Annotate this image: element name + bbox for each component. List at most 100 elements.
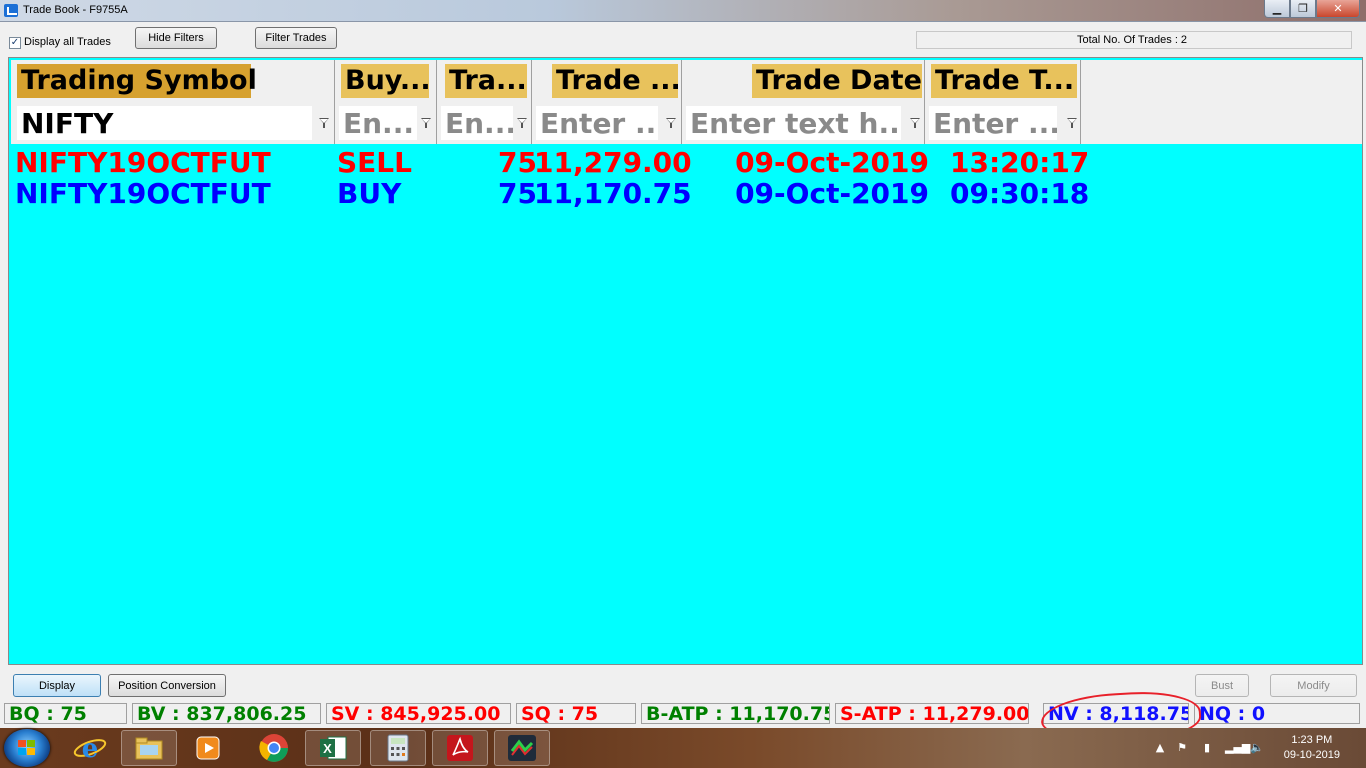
display-button[interactable]: Display xyxy=(13,674,101,697)
bust-button[interactable]: Bust xyxy=(1195,674,1249,697)
status-bq: BQ : 75 xyxy=(4,703,127,724)
svg-text:e: e xyxy=(82,734,99,763)
filter-funnel-icon[interactable] xyxy=(666,118,677,129)
title-bar: Trade Book - F9755A ▁ ❐ ✕ xyxy=(0,0,1366,22)
cell-trade-date: 09-Oct-2019 xyxy=(735,177,929,210)
filter-funnel-icon[interactable] xyxy=(1067,118,1078,129)
filter-funnel-icon[interactable] xyxy=(421,118,432,129)
taskbar-trading-app[interactable] xyxy=(494,730,550,766)
cell-trade-qty: 75 xyxy=(498,177,537,210)
column-header-label: Buy... xyxy=(341,64,431,98)
system-tray: ▲ ⚑ ▮ ▂▄▆ 🔈 1:23 PM 09-10-2019 xyxy=(1150,728,1366,768)
filter-funnel-icon[interactable] xyxy=(517,118,528,129)
taskbar-acrobat-reader[interactable] xyxy=(432,730,488,766)
column-header-label: Trading Symbol xyxy=(17,64,257,98)
clock-time: 1:23 PM xyxy=(1291,734,1333,746)
status-nq: NQ : 0 xyxy=(1194,703,1360,724)
cell-trading-symbol: NIFTY19OCTFUT xyxy=(15,177,271,210)
modify-button[interactable]: Modify xyxy=(1270,674,1357,697)
status-sv: SV : 845,925.00 xyxy=(326,703,511,724)
media-player-icon xyxy=(196,736,220,760)
chrome-icon xyxy=(259,734,288,762)
filter-input-trade-time[interactable]: Enter ... xyxy=(929,106,1057,140)
app-icon xyxy=(4,4,18,17)
volume-icon[interactable]: 🔈 xyxy=(1250,741,1264,755)
total-trades-panel: Total No. Of Trades : 2 xyxy=(916,31,1352,49)
filter-input-trading-symbol[interactable]: NIFTY xyxy=(17,106,312,140)
filter-cell-trading-symbol: NIFTY xyxy=(11,102,335,144)
filter-cell-trade-qty: En... xyxy=(437,102,532,144)
svg-text:X: X xyxy=(323,741,332,756)
cell-trade-date: 09-Oct-2019 xyxy=(735,146,929,179)
filter-input-buy-sell[interactable]: En... xyxy=(339,106,417,140)
column-header-label: Tra... xyxy=(445,64,527,98)
taskbar-clock[interactable]: 1:23 PM 09-10-2019 xyxy=(1284,733,1340,763)
cell-trading-symbol: NIFTY19OCTFUT xyxy=(15,146,271,179)
acrobat-reader-icon xyxy=(447,735,473,761)
start-button[interactable] xyxy=(4,729,50,767)
cell-trade-qty: 75 xyxy=(498,146,537,179)
filter-cell-trade-time: Enter ... xyxy=(925,102,1081,144)
cell-trade-price: 11,170.75 xyxy=(534,177,692,210)
folder-icon xyxy=(135,737,163,760)
column-header-trade-price[interactable]: Trade ... xyxy=(532,60,682,102)
trade-grid[interactable]: Trading Symbol Buy... Tra... Trade ... T… xyxy=(8,57,1363,665)
action-center-icon[interactable]: ⚑ xyxy=(1175,741,1189,755)
calculator-icon xyxy=(387,734,409,762)
column-header-trade-time[interactable]: Trade T... xyxy=(925,60,1081,102)
show-hidden-icons-icon[interactable]: ▲ xyxy=(1153,741,1167,755)
filter-input-trade-qty[interactable]: En... xyxy=(441,106,513,140)
excel-icon: X xyxy=(320,736,347,760)
status-b-atp: B-ATP : 11,170.75 xyxy=(641,703,830,724)
cell-buy-sell: BUY xyxy=(337,177,402,210)
cell-buy-sell: SELL xyxy=(337,146,412,179)
status-s-atp: S-ATP : 11,279.00 xyxy=(835,703,1029,724)
status-sq: SQ : 75 xyxy=(516,703,636,724)
grid-filter-row: NIFTY En... En... Enter ... Enter text h… xyxy=(11,102,1362,144)
filter-cell-buy-sell: En... xyxy=(335,102,437,144)
taskbar-windows-explorer[interactable] xyxy=(121,730,177,766)
close-button[interactable]: ✕ xyxy=(1316,0,1360,18)
power-icon[interactable]: ▮ xyxy=(1200,741,1214,755)
column-header-label: Trade Date xyxy=(752,64,922,98)
filter-input-trade-date[interactable]: Enter text h... xyxy=(686,106,901,140)
network-signal-icon[interactable]: ▂▄▆ xyxy=(1225,741,1250,755)
window-controls: ▁ ❐ ✕ xyxy=(1264,0,1360,19)
filter-funnel-icon[interactable] xyxy=(910,118,921,129)
display-all-trades-label[interactable]: Display all Trades xyxy=(24,36,111,48)
status-bv: BV : 837,806.25 xyxy=(132,703,321,724)
filter-funnel-icon[interactable] xyxy=(319,118,330,129)
cell-trade-price: 11,279.00 xyxy=(534,146,692,179)
hide-filters-button[interactable]: Hide Filters xyxy=(135,27,217,49)
windows-logo-icon xyxy=(18,740,36,756)
internet-explorer-icon: e xyxy=(73,734,107,763)
filter-input-trade-price[interactable]: Enter ... xyxy=(536,106,658,140)
display-all-trades-checkbox[interactable]: ✓ xyxy=(9,37,21,49)
column-header-buy-sell[interactable]: Buy... xyxy=(335,60,437,102)
column-header-trade-qty[interactable]: Tra... xyxy=(437,60,532,102)
restore-button[interactable]: ❐ xyxy=(1290,0,1316,18)
column-header-label: Trade ... xyxy=(552,64,681,98)
filter-trades-button[interactable]: Filter Trades xyxy=(255,27,337,49)
total-trades-count: Total No. Of Trades : 2 xyxy=(1077,34,1188,46)
taskbar-chrome[interactable] xyxy=(246,730,302,766)
filter-cell-trade-price: Enter ... xyxy=(532,102,682,144)
grid-header-row: Trading Symbol Buy... Tra... Trade ... T… xyxy=(11,60,1362,102)
minimize-button[interactable]: ▁ xyxy=(1264,0,1290,18)
table-row[interactable]: NIFTY19OCTFUT SELL 75 11,279.00 09-Oct-2… xyxy=(15,146,1089,179)
taskbar-excel[interactable]: X xyxy=(305,730,361,766)
cell-trade-time: 13:20:17 xyxy=(950,146,1090,179)
column-header-trading-symbol[interactable]: Trading Symbol xyxy=(11,60,335,102)
filter-cell-trade-date: Enter text h... xyxy=(682,102,925,144)
column-header-label: Trade T... xyxy=(931,64,1077,98)
taskbar-calculator[interactable] xyxy=(370,730,426,766)
window-title: Trade Book - F9755A xyxy=(23,4,128,16)
trading-app-icon xyxy=(508,735,536,761)
table-row[interactable]: NIFTY19OCTFUT BUY 75 11,170.75 09-Oct-20… xyxy=(15,177,1089,210)
taskbar-media-player[interactable] xyxy=(180,730,236,766)
cell-trade-time: 09:30:18 xyxy=(950,177,1090,210)
clock-date: 09-10-2019 xyxy=(1283,749,1340,761)
taskbar-internet-explorer[interactable]: e xyxy=(62,730,118,766)
column-header-trade-date[interactable]: Trade Date xyxy=(682,60,925,102)
position-conversion-button[interactable]: Position Conversion xyxy=(108,674,226,697)
